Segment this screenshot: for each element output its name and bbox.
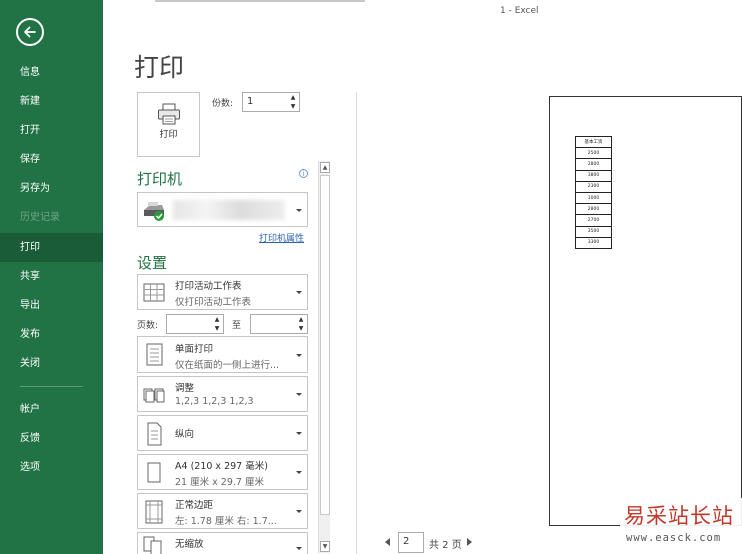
nav-feedback[interactable]: 反馈 (0, 424, 103, 453)
scaling-select[interactable]: 无缩放 (137, 532, 308, 554)
scroll-down-icon[interactable]: ▼ (320, 541, 330, 552)
nav-share[interactable]: 共享 (0, 262, 103, 291)
scroll-up-icon[interactable]: ▲ (320, 162, 330, 173)
chevron-down-icon (296, 547, 302, 550)
paper-icon (147, 462, 161, 483)
nav-export[interactable]: 导出 (0, 291, 103, 320)
copies-label: 份数: (212, 99, 234, 109)
printer-name-blurred (173, 200, 285, 220)
margins-select[interactable]: 正常边距 左: 1.78 厘米 右: 1.7... (137, 493, 308, 529)
print-what-select[interactable]: 打印活动工作表 仅打印活动工作表 (137, 274, 308, 310)
backstage-sidebar: 信息 新建 打开 保存 另存为 历史记录 打印 共享 导出 发布 关闭 帐户 反… (0, 0, 103, 554)
prev-page-icon[interactable] (385, 538, 390, 546)
preview-table-cell: 1000 (575, 191, 612, 205)
pages-label: 页数: (137, 321, 159, 331)
preview-table-cell: 2300 (575, 180, 612, 193)
preview-table-cell: 2800 (575, 203, 612, 216)
paper-size-sub: 21 厘米 x 29.7 厘米 (175, 477, 264, 488)
preview-table-cell: 3300 (575, 236, 612, 249)
chevron-down-icon (296, 209, 302, 212)
no-scaling-icon (143, 536, 162, 554)
collation-main: 调整 (175, 383, 195, 394)
preview-table: 基本工资 2500 2800 3800 2300 1000 2800 2700 … (575, 135, 612, 249)
print-what-main: 打印活动工作表 (175, 281, 242, 292)
single-sided-icon (146, 343, 163, 366)
preview-table-cell: 3500 (575, 225, 612, 238)
settings-section-title: 设置 (137, 254, 168, 272)
pane-divider (356, 92, 357, 554)
margins-sub: 左: 1.78 厘米 右: 1.7... (175, 516, 277, 527)
copies-value: 1 (247, 96, 254, 107)
nav-divider (20, 386, 83, 387)
watermark-chinese: 易采站长站 (624, 504, 734, 528)
nav-info[interactable]: 信息 (0, 58, 103, 87)
back-arrow-icon[interactable] (16, 18, 44, 46)
nav-print[interactable]: 打印 (0, 233, 103, 262)
next-page-icon[interactable] (467, 538, 472, 546)
orientation-main: 纵向 (175, 429, 195, 440)
chevron-down-icon (296, 291, 302, 294)
stepper-arrows-icon[interactable]: ▲ ▼ (295, 315, 307, 333)
window-title: 1 - Excel (500, 6, 539, 16)
nav-open[interactable]: 打开 (0, 116, 103, 145)
pages-to-input[interactable]: ▲ ▼ (250, 314, 308, 334)
total-pages-label: 共 2 页 (429, 540, 462, 551)
print-button[interactable]: 打印 (137, 92, 200, 157)
margins-main: 正常边距 (175, 500, 214, 511)
current-page-input[interactable]: 2 (398, 532, 424, 553)
copies-stepper[interactable]: 1 ▲ ▼ (242, 92, 300, 112)
print-what-sub: 仅打印活动工作表 (175, 297, 252, 308)
nav-save[interactable]: 保存 (0, 145, 103, 174)
printer-device-icon (144, 202, 164, 221)
preview-table-cell: 3800 (575, 169, 612, 182)
chevron-down-icon (296, 354, 302, 357)
printer-select[interactable] (137, 192, 308, 227)
page-title: 打印 (134, 53, 185, 82)
collation-select[interactable]: 调整 1,2,3 1,2,3 1,2,3 (137, 376, 308, 412)
margins-icon (145, 500, 163, 524)
print-button-label: 打印 (159, 130, 178, 140)
settings-scrollbar[interactable]: ▲ ▼ (318, 161, 330, 553)
orientation-select[interactable]: 纵向 (137, 415, 308, 451)
sides-main: 单面打印 (175, 344, 214, 355)
info-icon[interactable]: i (299, 169, 308, 178)
print-preview-page: 基本工资 2500 2800 3800 2300 1000 2800 2700 … (549, 96, 742, 526)
nav-close[interactable]: 关闭 (0, 349, 103, 378)
chevron-down-icon (296, 471, 302, 474)
scroll-thumb[interactable] (320, 175, 330, 515)
watermark-url: www.easck.com (626, 532, 722, 544)
preview-table-cell: 2500 (575, 147, 612, 160)
pages-from-input[interactable]: ▲ ▼ (166, 314, 224, 334)
preview-table-cell: 2700 (575, 214, 612, 227)
chevron-down-icon (296, 432, 302, 435)
collation-sub: 1,2,3 1,2,3 1,2,3 (175, 396, 254, 407)
sheet-grid-icon (143, 283, 165, 302)
portrait-icon (147, 422, 162, 446)
preview-table-cell: 2800 (575, 158, 612, 171)
pages-to-label: 至 (232, 321, 242, 331)
chevron-down-icon (296, 393, 302, 396)
sides-sub: 仅在纸面的一侧上进行... (175, 360, 280, 371)
top-shadow (155, 0, 365, 2)
paper-size-select[interactable]: A4 (210 x 297 毫米) 21 厘米 x 29.7 厘米 (137, 454, 308, 490)
stepper-arrows-icon[interactable]: ▲ ▼ (211, 315, 223, 333)
chevron-down-icon (296, 510, 302, 513)
preview-table-header: 基本工资 (575, 135, 612, 149)
nav-new[interactable]: 新建 (0, 87, 103, 116)
nav-save-as[interactable]: 另存为 (0, 174, 103, 203)
nav-history: 历史记录 (20, 212, 60, 223)
stepper-arrows-icon[interactable]: ▲ ▼ (287, 93, 299, 111)
scaling-main: 无缩放 (175, 539, 204, 550)
printer-properties-link[interactable]: 打印机属性 (259, 231, 304, 244)
nav-options[interactable]: 选项 (0, 453, 103, 482)
printer-section-title: 打印机 (137, 170, 183, 188)
nav-publish[interactable]: 发布 (0, 320, 103, 349)
sides-select[interactable]: 单面打印 仅在纸面的一侧上进行... (137, 336, 308, 373)
printer-icon (158, 103, 180, 125)
site-watermark: 易采站长站 www.easck.com (620, 498, 742, 554)
collate-icon (143, 388, 165, 403)
nav-account[interactable]: 帐户 (0, 395, 103, 424)
paper-size-main: A4 (210 x 297 毫米) (175, 461, 268, 472)
